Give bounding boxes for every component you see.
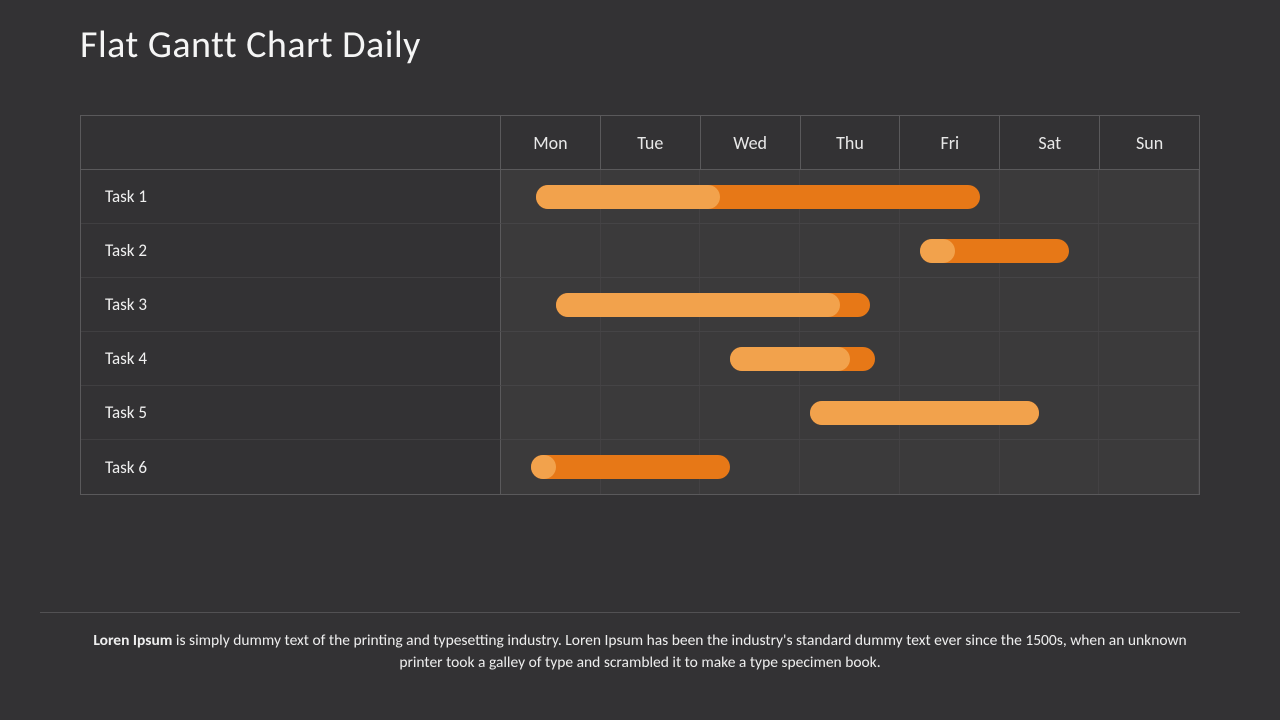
footer-text: Loren Ipsum is simply dummy text of the … <box>80 630 1200 675</box>
task-label: Task 2 <box>81 224 501 278</box>
day-header: Sat <box>1000 116 1100 170</box>
gantt-row: Task 6 <box>81 440 1199 494</box>
gantt-bar-full <box>531 455 730 479</box>
gantt-tick <box>501 386 601 439</box>
task-label: Task 3 <box>81 278 501 332</box>
slide-title: Flat Gantt Chart Daily <box>80 22 421 68</box>
gantt-tick <box>1099 224 1199 277</box>
gantt-bar-progress <box>536 185 720 209</box>
task-label: Task 1 <box>81 170 501 224</box>
gantt-tick <box>1000 332 1100 385</box>
gantt-header-row: Mon Tue Wed Thu Fri Sat Sun <box>81 116 1199 170</box>
gantt-tick <box>900 440 1000 494</box>
gantt-tick <box>1099 386 1199 439</box>
gantt-tick <box>601 332 701 385</box>
gantt-tick <box>501 224 601 277</box>
gantt-tick <box>1099 170 1199 223</box>
gantt-row: Task 5 <box>81 386 1199 440</box>
gantt-bar-progress <box>920 239 955 263</box>
gantt-row-track <box>501 170 1199 224</box>
footer-bold: Loren Ipsum <box>93 631 172 650</box>
gantt-bar-progress <box>810 401 1039 425</box>
gantt-chart: Mon Tue Wed Thu Fri Sat Sun Task 1Task 2… <box>80 115 1200 495</box>
gantt-tick <box>1000 440 1100 494</box>
gantt-row: Task 2 <box>81 224 1199 278</box>
task-label: Task 4 <box>81 332 501 386</box>
gantt-row-track <box>501 332 1199 386</box>
gantt-bar-progress <box>730 347 850 371</box>
gantt-tick <box>900 278 1000 331</box>
day-header: Tue <box>601 116 701 170</box>
gantt-corner <box>81 116 501 170</box>
gantt-tick <box>800 224 900 277</box>
gantt-row-track <box>501 440 1199 494</box>
day-header: Wed <box>701 116 801 170</box>
day-header: Sun <box>1100 116 1199 170</box>
gantt-tick <box>700 386 800 439</box>
task-label: Task 6 <box>81 440 501 494</box>
gantt-row-track <box>501 386 1199 440</box>
day-header: Thu <box>801 116 901 170</box>
gantt-tick <box>601 386 701 439</box>
gantt-tick <box>1099 332 1199 385</box>
gantt-bar-progress <box>556 293 840 317</box>
gantt-tick <box>900 332 1000 385</box>
gantt-tick <box>1099 278 1199 331</box>
gantt-bar-progress <box>531 455 556 479</box>
footer-divider <box>40 612 1240 613</box>
day-header: Mon <box>501 116 601 170</box>
gantt-tick <box>501 332 601 385</box>
gantt-tick <box>1000 170 1100 223</box>
gantt-tick <box>700 224 800 277</box>
gantt-tick <box>601 224 701 277</box>
footer-rest: is simply dummy text of the printing and… <box>172 631 1186 672</box>
gantt-tick <box>1000 278 1100 331</box>
gantt-row: Task 4 <box>81 332 1199 386</box>
gantt-row-track <box>501 278 1199 332</box>
gantt-tick <box>1099 440 1199 494</box>
task-label: Task 5 <box>81 386 501 440</box>
day-header: Fri <box>900 116 1000 170</box>
gantt-row-track <box>501 224 1199 278</box>
gantt-row: Task 3 <box>81 278 1199 332</box>
gantt-body: Task 1Task 2Task 3Task 4Task 5Task 6 <box>81 170 1199 494</box>
gantt-tick <box>800 440 900 494</box>
gantt-row: Task 1 <box>81 170 1199 224</box>
